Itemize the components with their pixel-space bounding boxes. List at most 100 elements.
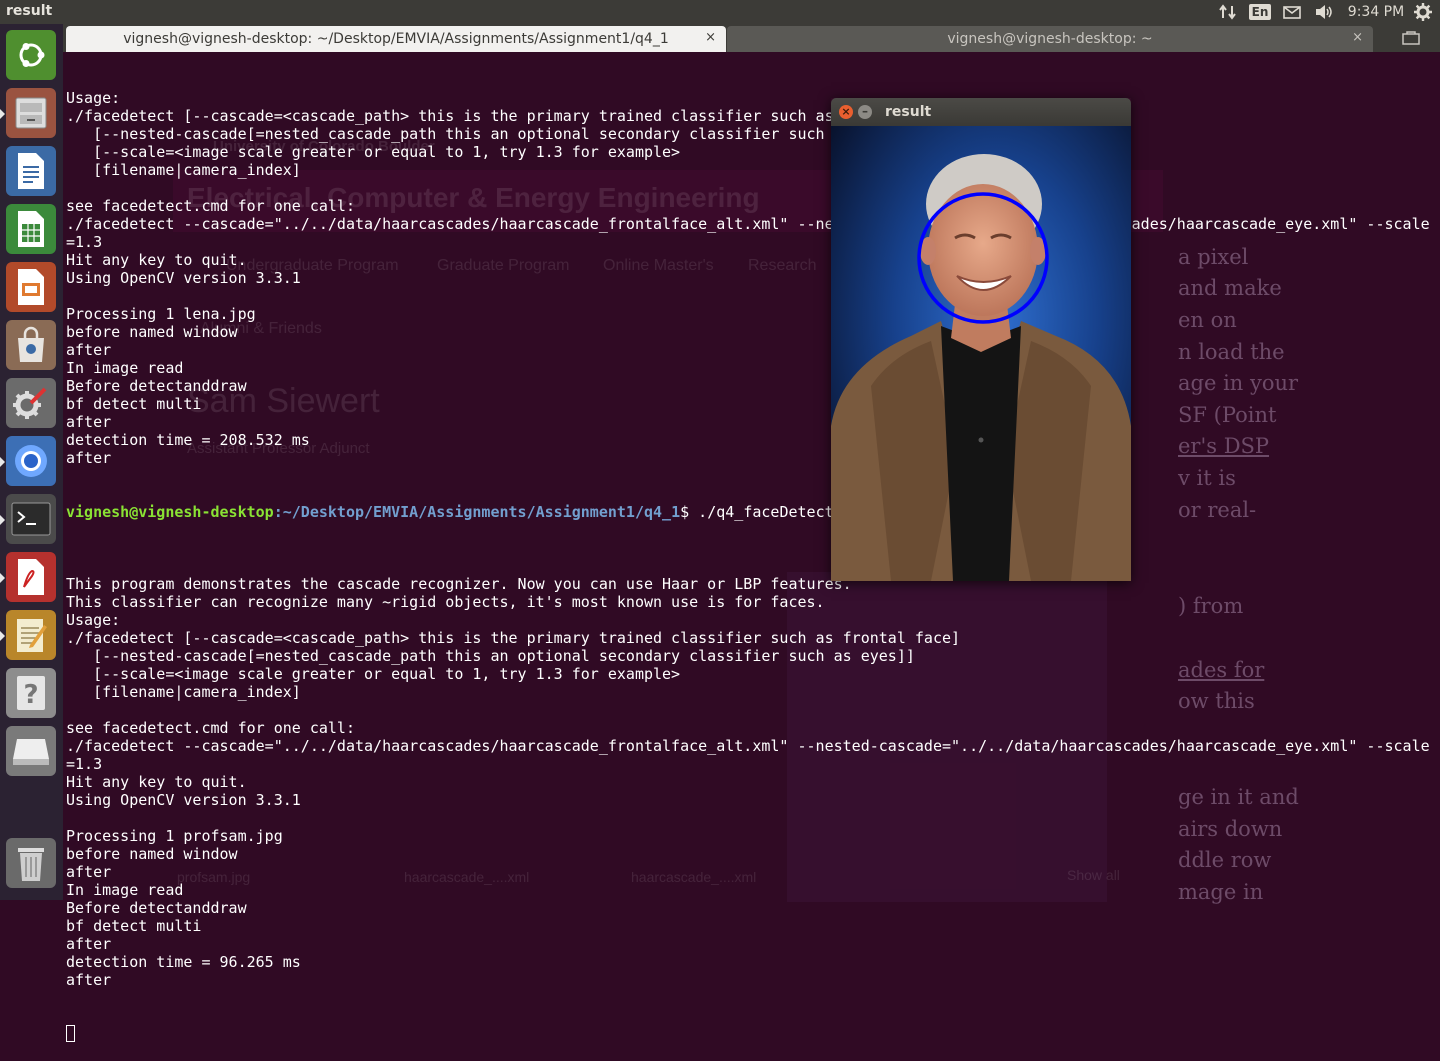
terminal-line: =1.3: [66, 755, 103, 773]
launcher-writer[interactable]: [6, 146, 56, 196]
terminal-cursor: [66, 1025, 75, 1042]
running-indicator: [0, 515, 5, 525]
tab-home[interactable]: vignesh@vignesh-desktop: ~ ×: [727, 26, 1373, 52]
prompt-user: vignesh@vignesh-desktop: [66, 503, 274, 521]
tab-title: vignesh@vignesh-desktop: ~: [947, 31, 1153, 47]
terminal-line: bf detect multi: [66, 917, 202, 935]
running-indicator: [0, 631, 5, 641]
keyboard-layout-indicator[interactable]: En: [1248, 2, 1272, 22]
file-cabinet-icon: [15, 97, 47, 129]
terminal-line: ./facedetect --cascade="../../data/haarc…: [66, 215, 1430, 233]
gear-icon[interactable]: [1412, 2, 1434, 22]
terminal-line: [--scale=<image scale greater or equal t…: [66, 143, 681, 161]
result-window[interactable]: × – result: [831, 98, 1131, 581]
result-window-titlebar[interactable]: × – result: [831, 98, 1131, 126]
launcher-ubuntu-dash[interactable]: [6, 30, 56, 80]
terminal-line: Using OpenCV version 3.3.1: [66, 791, 301, 809]
terminal-line: In image read: [66, 881, 184, 899]
scanner-icon: [13, 739, 49, 765]
shirt-button: [978, 437, 984, 443]
launcher-calc[interactable]: [6, 204, 56, 254]
tab-title: vignesh@vignesh-desktop: ~/Desktop/EMVIA…: [123, 31, 669, 47]
terminal-line: ./facedetect [--cascade=<cascade_path> t…: [66, 107, 961, 125]
terminal-line: detection time = 208.532 ms: [66, 431, 310, 449]
terminal-line: before named window: [66, 845, 238, 863]
terminal-line: [--nested-cascade[=nested_cascade_path t…: [66, 125, 915, 143]
launcher-terminal[interactable]: [6, 494, 56, 544]
launcher: ?: [0, 24, 63, 900]
shopping-bag-icon: [18, 326, 44, 362]
terminal-line: In image read: [66, 359, 184, 377]
running-indicator: [0, 573, 5, 583]
volume-icon[interactable]: [1312, 2, 1336, 22]
terminal-line: Usage:: [66, 611, 121, 629]
terminal-line: Processing 1 profsam.jpg: [66, 827, 283, 845]
terminal-line: see facedetect.cmd for one call:: [66, 197, 355, 215]
launcher-scanner[interactable]: [6, 726, 56, 776]
keyboard-layout-label: En: [1248, 4, 1272, 20]
terminal-line: Hit any key to quit.: [66, 251, 247, 269]
launcher-impress[interactable]: [6, 262, 56, 312]
tab-q4-1[interactable]: vignesh@vignesh-desktop: ~/Desktop/EMVIA…: [66, 26, 726, 52]
terminal-line: Before detectanddraw: [66, 899, 247, 917]
terminal-line: after: [66, 449, 112, 467]
launcher-text-editor[interactable]: [6, 610, 56, 660]
launcher-trash[interactable]: [6, 838, 56, 888]
prompt-command: $ ./q4_faceDetect: [680, 503, 834, 521]
terminal-line: [filename|camera_index]: [66, 683, 301, 701]
launcher-document-viewer[interactable]: [6, 552, 56, 602]
terminal-line: Usage:: [66, 89, 121, 107]
terminal-line: [filename|camera_index]: [66, 161, 301, 179]
terminal-line: ./facedetect [--cascade=<cascade_path> t…: [66, 629, 961, 647]
terminal-line: ./facedetect --cascade="../../data/haarc…: [66, 737, 1430, 755]
launcher-chromium[interactable]: [6, 436, 56, 486]
gear-wrench-icon: [13, 387, 47, 419]
terminal-line: after: [66, 341, 112, 359]
terminal-output[interactable]: Usage: ./facedetect [--cascade=<cascade_p…: [66, 53, 1436, 1061]
clock[interactable]: 9:34 PM: [1346, 2, 1406, 22]
terminal-line: Before detectanddraw: [66, 377, 247, 395]
terminal-line: after: [66, 935, 112, 953]
shirt: [941, 326, 1021, 581]
svg-text:?: ?: [23, 680, 38, 710]
terminal-icon: [11, 502, 51, 536]
terminal-line: see facedetect.cmd for one call:: [66, 719, 355, 737]
close-icon[interactable]: ×: [705, 30, 716, 45]
launcher-help[interactable]: ?: [6, 668, 56, 718]
calc-spreadsheet-icon: [18, 211, 44, 247]
terminal-cursor-line: [66, 1025, 1436, 1043]
terminal-line: after: [66, 413, 112, 431]
launcher-system-settings[interactable]: [6, 378, 56, 428]
terminal-line: before named window: [66, 323, 238, 341]
mail-icon[interactable]: [1281, 2, 1303, 22]
question-mark-icon: ?: [17, 676, 45, 710]
terminal-line: after: [66, 863, 112, 881]
new-tab-icon[interactable]: [1391, 26, 1431, 50]
launcher-software-center[interactable]: [6, 320, 56, 370]
terminal-output-block: This program demonstrates the cascade re…: [66, 557, 1436, 989]
terminal-line: after: [66, 971, 112, 989]
close-icon[interactable]: ×: [1352, 30, 1363, 45]
chromium-icon: [15, 445, 47, 477]
pdf-viewer-icon: [18, 559, 44, 595]
terminal-line: [--nested-cascade[=nested_cascade_path t…: [66, 647, 915, 665]
writer-document-icon: [18, 153, 44, 189]
close-icon[interactable]: ×: [839, 105, 853, 119]
result-window-title: result: [885, 104, 932, 120]
minimize-icon[interactable]: –: [858, 105, 872, 119]
network-arrows-icon[interactable]: [1216, 2, 1240, 22]
running-indicator: [0, 457, 5, 467]
terminal-line: detection time = 96.265 ms: [66, 953, 301, 971]
terminal-line: This classifier can recognize many ~rigi…: [66, 593, 825, 611]
terminal-line: Hit any key to quit.: [66, 773, 247, 791]
trash-icon: [18, 848, 44, 881]
top-panel: result En 9:34 PM: [0, 0, 1440, 24]
terminal-line: =1.3: [66, 233, 103, 251]
launcher-files[interactable]: [6, 88, 56, 138]
terminal-line: Using OpenCV version 3.3.1: [66, 269, 301, 287]
